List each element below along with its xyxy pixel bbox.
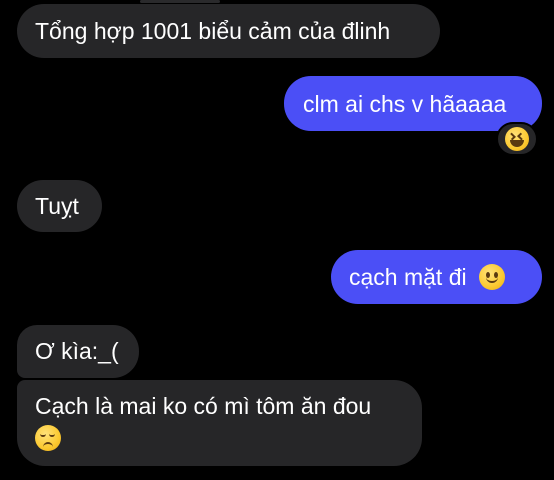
incoming-message-bubble[interactable]: Tổng hợp 1001 biểu cảm của đlinh — [17, 4, 440, 58]
message-text: cạch mặt đi — [349, 264, 467, 290]
incoming-message-bubble[interactable]: Tuỵt — [17, 180, 102, 232]
previous-message-edge — [140, 0, 220, 3]
incoming-message-bubble[interactable]: Cạch là mai ko có mì tôm ăn đou — [17, 380, 422, 466]
grinning-squinting-face-icon — [505, 127, 529, 151]
slightly-smiling-face-icon — [479, 263, 505, 290]
message-text: Cạch là mai ko có mì tôm ăn đou — [35, 393, 372, 419]
message-text: Tuỵt — [35, 193, 79, 219]
message-reaction[interactable] — [496, 122, 538, 156]
outgoing-message-bubble[interactable]: clm ai chs v hãaaaa — [284, 76, 542, 131]
incoming-message-bubble[interactable]: Ơ kìa:_( — [17, 325, 139, 378]
message-text: clm ai chs v hãaaaa — [303, 91, 507, 117]
message-text: Ơ kìa:_( — [35, 338, 119, 364]
outgoing-message-bubble[interactable]: cạch mặt đi — [331, 250, 542, 304]
message-text: Tổng hợp 1001 biểu cảm của đlinh — [35, 18, 391, 44]
disappointed-face-icon — [35, 424, 61, 451]
